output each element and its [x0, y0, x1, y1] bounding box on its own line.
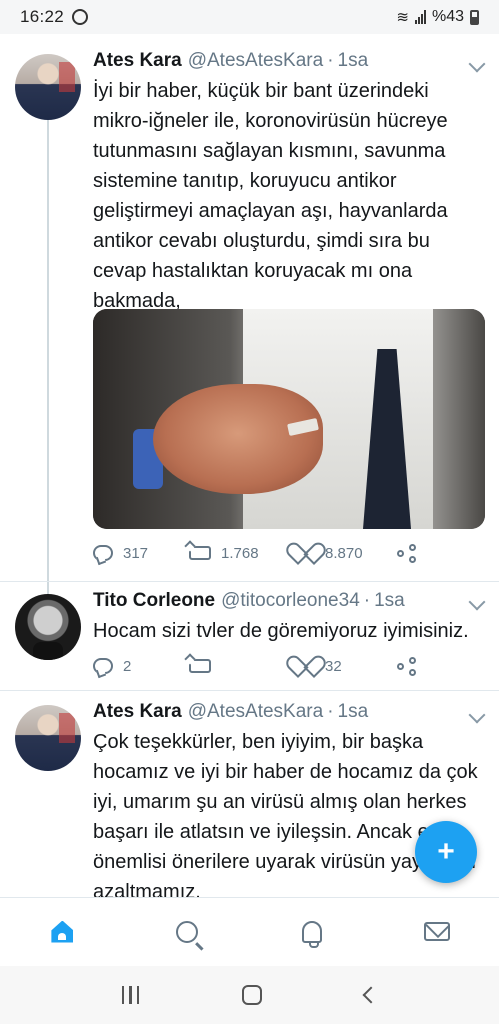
author-name[interactable]: Ates Kara: [93, 701, 182, 723]
like-count: 8.870: [325, 544, 363, 562]
reply-count: 317: [123, 544, 149, 562]
share-icon: [397, 544, 417, 563]
tweet-time: 1sa: [337, 701, 369, 722]
share-button[interactable]: [397, 657, 417, 676]
wifi-icon: ≋: [396, 9, 409, 26]
bell-icon: [301, 920, 322, 948]
retweet-icon: [189, 659, 211, 673]
status-bar: 16:22 ≋ %43: [0, 0, 499, 34]
tweet-time: 1sa: [374, 590, 405, 611]
like-button[interactable]: 32: [295, 657, 397, 675]
tweet-content: Tito Corleone @titocorleone34 · 1sa Hoca…: [93, 590, 483, 646]
share-button[interactable]: [397, 544, 417, 563]
retweet-count: 1.768: [221, 544, 259, 562]
retweet-button[interactable]: 1.768: [189, 545, 295, 562]
reply-count: 2: [123, 657, 132, 675]
separator: ·: [327, 701, 334, 722]
tweet-header: Ates Kara @AtesAtesKara · 1sa: [93, 50, 483, 72]
reply-icon: [93, 658, 113, 674]
tweet-actions: 2 32: [93, 657, 433, 676]
battery-icon: [470, 9, 479, 25]
avatar[interactable]: [15, 705, 81, 771]
author-name[interactable]: Ates Kara: [93, 50, 182, 72]
avatar[interactable]: [15, 54, 81, 120]
tweet-content: Ates Kara @AtesAtesKara · 1sa İyi bir ha…: [93, 50, 483, 316]
status-right: ≋ %43: [396, 8, 479, 26]
tweet-header: Tito Corleone @titocorleone34 · 1sa: [93, 590, 483, 612]
reply-button[interactable]: 2: [93, 658, 189, 675]
reply-icon: [93, 545, 113, 561]
compose-tweet-icon: +: [437, 835, 455, 868]
share-icon: [397, 657, 417, 676]
recent-apps-button[interactable]: [121, 986, 140, 1004]
retweet-icon: [189, 546, 211, 560]
search-icon: [176, 920, 199, 943]
tab-search[interactable]: [125, 898, 250, 965]
home-button[interactable]: [242, 985, 263, 1005]
separator: ·: [327, 50, 334, 71]
signal-icon: [414, 10, 426, 24]
separator: ·: [363, 590, 371, 611]
author-handle[interactable]: @AtesAtesKara: [188, 50, 323, 72]
author-handle[interactable]: @AtesAtesKara: [188, 701, 323, 723]
tab-home[interactable]: [0, 898, 125, 965]
system-nav-bar: [0, 966, 499, 1024]
bottom-tab-bar: [0, 897, 499, 965]
whatsapp-icon: [72, 9, 89, 25]
back-button[interactable]: [362, 986, 380, 1004]
tweet-header: Ates Kara @AtesAtesKara · 1sa: [93, 701, 483, 723]
status-time: 16:22: [20, 7, 65, 26]
heart-icon: [295, 657, 315, 675]
like-button[interactable]: 8.870: [295, 544, 397, 562]
heart-icon: [295, 544, 315, 562]
tweet-text: Hocam sizi tvler de göremiyoruz iyimisin…: [93, 620, 469, 642]
battery-text: %43: [431, 8, 464, 25]
retweet-button[interactable]: [189, 659, 295, 673]
like-count: 32: [325, 657, 342, 675]
compose-tweet-button[interactable]: +: [415, 821, 477, 883]
tweet-media-image[interactable]: [93, 309, 485, 529]
author-handle[interactable]: @titocorleone34: [221, 590, 360, 612]
reply-button[interactable]: 317: [93, 545, 189, 562]
tweet-time: 1sa: [337, 50, 369, 71]
mail-icon: [423, 922, 450, 941]
tweet-actions: 317 1.768 8.870: [93, 544, 433, 563]
author-name[interactable]: Tito Corleone: [93, 590, 215, 612]
tweet-text: İyi bir haber, küçük bir bant üzerindeki…: [93, 80, 448, 312]
tab-notifications[interactable]: [250, 898, 375, 965]
home-icon: [50, 921, 74, 943]
avatar[interactable]: [15, 594, 81, 660]
tab-messages[interactable]: [374, 898, 499, 965]
